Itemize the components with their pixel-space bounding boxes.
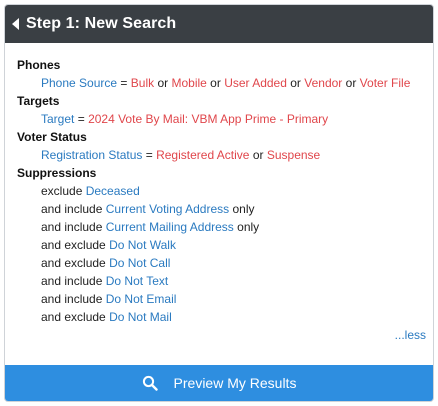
phone-source-key: Phone Source xyxy=(41,76,118,90)
target-line: Target = 2024 Vote By Mail: VBM App Prim… xyxy=(41,112,329,126)
phone-source-value: Bulk xyxy=(130,76,155,90)
suppression-item: and include Current Voting Address only xyxy=(41,202,255,216)
suppression-item: and include Do Not Email xyxy=(41,292,177,306)
suppression-link[interactable]: Do Not Mail xyxy=(109,310,172,324)
suppression-item: and include Current Mailing Address only xyxy=(41,220,260,234)
suppression-item: and exclude Do Not Call xyxy=(41,256,171,270)
phones-heading: Phones xyxy=(17,58,61,72)
suppression-item: exclude Deceased xyxy=(41,184,140,198)
suppression-link[interactable]: Do Not Walk xyxy=(109,238,176,252)
search-panel: Step 1: New Search Phones Phone Source =… xyxy=(4,4,434,402)
registration-status-value: Suspense xyxy=(266,148,321,162)
registration-status-value: Registered Active xyxy=(156,148,250,162)
suppression-link[interactable]: Do Not Call xyxy=(109,256,170,270)
suppression-item: and exclude Do Not Walk xyxy=(41,238,176,252)
registration-status-key: Registration Status xyxy=(41,148,143,162)
registration-status-line: Registration Status = Registered Active … xyxy=(41,148,321,162)
suppression-link[interactable]: Current Mailing Address xyxy=(106,220,234,234)
target-key: Target xyxy=(41,112,75,126)
suppression-link[interactable]: Do Not Text xyxy=(106,274,168,288)
show-less-link[interactable]: ...less xyxy=(395,326,426,344)
phone-source-value: Voter File xyxy=(359,76,411,90)
step-title: Step 1: New Search xyxy=(26,15,177,32)
phone-source-value: User Added xyxy=(224,76,287,90)
phone-source-line: Phone Source = Bulk or Mobile or User Ad… xyxy=(41,76,411,90)
search-icon xyxy=(142,375,158,391)
voter-status-heading: Voter Status xyxy=(17,130,87,144)
target-value: 2024 Vote By Mail: VBM App Prime - Prima… xyxy=(88,112,329,126)
less-row: ...less xyxy=(17,326,426,344)
targets-heading: Targets xyxy=(17,94,60,108)
preview-results-label: Preview My Results xyxy=(173,375,297,391)
preview-results-button[interactable]: Preview My Results xyxy=(5,365,433,401)
suppression-link[interactable]: Deceased xyxy=(86,184,140,198)
suppression-item: and exclude Do Not Mail xyxy=(41,310,172,324)
suppression-link[interactable]: Do Not Email xyxy=(106,292,177,306)
suppression-link[interactable]: Current Voting Address xyxy=(106,202,229,216)
phone-source-value: Mobile xyxy=(171,76,207,90)
phone-source-value: Vendor xyxy=(304,76,343,90)
step-header[interactable]: Step 1: New Search xyxy=(5,5,433,43)
suppression-item: and include Do Not Text xyxy=(41,274,169,288)
suppressions-heading: Suppressions xyxy=(17,166,97,180)
search-summary: Phones Phone Source = Bulk or Mobile or … xyxy=(5,43,433,344)
chevron-left-icon xyxy=(12,18,19,30)
